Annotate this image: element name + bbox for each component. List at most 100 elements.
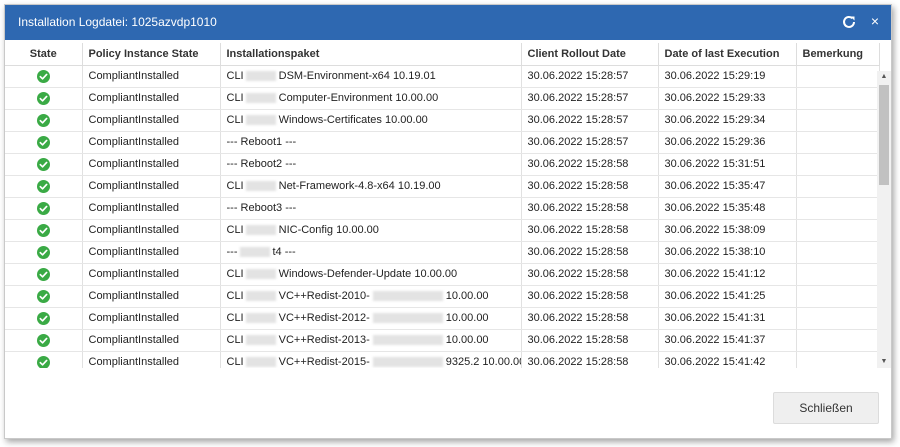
package-name: Net-Framework-4.8-x64 10.19.00 (278, 180, 441, 192)
state-cell (5, 307, 83, 330)
refresh-icon[interactable] (841, 14, 857, 30)
scroll-thumb[interactable] (879, 85, 889, 185)
state-cell (5, 87, 83, 110)
column-header-policy-state[interactable]: Policy Instance State (82, 43, 221, 66)
package-name: --- Reboot3 --- (226, 202, 297, 214)
redacted-text (245, 335, 276, 346)
rollout-date-cell: 30.06.2022 15:28:58 (521, 175, 659, 198)
last-execution-cell: 30.06.2022 15:41:42 (658, 351, 797, 368)
table-header-row: State Policy Instance State Installation… (5, 43, 880, 66)
package-version: 10.00.00 (445, 290, 489, 302)
package-cell: CLI VC++Redist-2015- 9325.2 10.00.00 (220, 351, 522, 368)
policy-state-cell: CompliantInstalled (82, 285, 221, 308)
scroll-up-arrow-icon[interactable]: ▲ (877, 71, 891, 83)
last-execution-cell: 30.06.2022 15:29:19 (658, 65, 797, 88)
table-row[interactable]: CompliantInstalled CLI NIC-Config 10.00.00… (5, 219, 880, 242)
table-row[interactable]: CompliantInstalled --- t4 --- 30.06.2022 15… (5, 241, 880, 264)
check-circle-icon (36, 311, 50, 325)
check-circle-icon (36, 113, 50, 127)
state-cell (5, 219, 83, 242)
redacted-text (245, 313, 276, 324)
column-header-remark[interactable]: Bemerkung (796, 43, 880, 66)
package-cell: CLI Computer-Environment 10.00.00 (220, 87, 522, 110)
rollout-date-cell: 30.06.2022 15:28:57 (521, 109, 659, 132)
vertical-scrollbar[interactable]: ▲ ▼ (877, 71, 891, 368)
redacted-text (372, 313, 443, 324)
remark-cell (796, 131, 880, 154)
redacted-text (245, 357, 276, 368)
column-header-package[interactable]: Installationspaket (220, 43, 522, 66)
last-execution-cell: 30.06.2022 15:35:48 (658, 197, 797, 220)
remark-cell (796, 307, 880, 330)
last-execution-cell: 30.06.2022 15:38:09 (658, 219, 797, 242)
table-row[interactable]: CompliantInstalled CLI DSM-Environment-x64… (5, 65, 880, 88)
remark-cell (796, 241, 880, 264)
table-row[interactable]: CompliantInstalled --- Reboot3 --- 30.06.2… (5, 197, 880, 220)
remark-cell (796, 175, 880, 198)
last-execution-cell: 30.06.2022 15:29:33 (658, 87, 797, 110)
policy-state-cell: CompliantInstalled (82, 263, 221, 286)
check-circle-icon (36, 333, 50, 347)
table-row[interactable]: CompliantInstalled --- Reboot2 --- 30.06.2… (5, 153, 880, 176)
state-cell (5, 65, 83, 88)
state-cell (5, 263, 83, 286)
table-row[interactable]: CompliantInstalled CLI Net-Framework-4.8-x… (5, 175, 880, 198)
table-row[interactable]: CompliantInstalled CLI VC++Redist-2013- 10.… (5, 329, 880, 352)
package-cell: CLI Windows-Certificates 10.00.00 (220, 109, 522, 132)
rollout-date-cell: 30.06.2022 15:28:58 (521, 219, 659, 242)
table-row[interactable]: CompliantInstalled CLI Windows-Certificate… (5, 109, 880, 132)
policy-state-cell: CompliantInstalled (82, 175, 221, 198)
last-execution-cell: 30.06.2022 15:31:51 (658, 153, 797, 176)
state-cell (5, 351, 83, 368)
package-name: NIC-Config 10.00.00 (278, 224, 379, 236)
redacted-text (245, 225, 276, 236)
table-row[interactable]: CompliantInstalled CLI VC++Redist-2015- 932… (5, 351, 880, 368)
scroll-down-arrow-icon[interactable]: ▼ (877, 356, 891, 368)
last-execution-cell: 30.06.2022 15:38:10 (658, 241, 797, 264)
package-version: 9325.2 10.00.00 (445, 356, 521, 368)
policy-state-cell: CompliantInstalled (82, 219, 221, 242)
check-circle-icon (36, 157, 50, 171)
table-row[interactable]: CompliantInstalled CLI Computer-Environmen… (5, 87, 880, 110)
package-prefix: CLI (226, 224, 244, 236)
package-prefix: CLI (226, 70, 244, 82)
column-header-rollout-date[interactable]: Client Rollout Date (521, 43, 659, 66)
redacted-text (372, 335, 443, 346)
rollout-date-cell: 30.06.2022 15:28:57 (521, 65, 659, 88)
state-cell (5, 197, 83, 220)
package-name: DSM-Environment-x64 10.19.01 (278, 70, 436, 82)
package-name: Windows-Certificates 10.00.00 (278, 114, 428, 126)
package-prefix: CLI (226, 334, 244, 346)
table-row[interactable]: CompliantInstalled --- Reboot1 --- 30.06.2… (5, 131, 880, 154)
policy-state-cell: CompliantInstalled (82, 241, 221, 264)
last-execution-cell: 30.06.2022 15:41:12 (658, 263, 797, 286)
package-name: VC++Redist-2015- (278, 356, 370, 368)
rollout-date-cell: 30.06.2022 15:28:58 (521, 263, 659, 286)
table-row[interactable]: CompliantInstalled CLI VC++Redist-2012- 10.… (5, 307, 880, 330)
column-header-last-execution[interactable]: Date of last Execution (658, 43, 797, 66)
package-cell: CLI VC++Redist-2012- 10.00.00 (220, 307, 522, 330)
package-cell: CLI DSM-Environment-x64 10.19.01 (220, 65, 522, 88)
last-execution-cell: 30.06.2022 15:35:47 (658, 175, 797, 198)
package-name: Computer-Environment 10.00.00 (278, 92, 439, 104)
close-button[interactable]: Schließen (773, 392, 879, 424)
check-circle-icon (36, 135, 50, 149)
table-row[interactable]: CompliantInstalled CLI VC++Redist-2010- 10.… (5, 285, 880, 308)
package-prefix: CLI (226, 312, 244, 324)
policy-state-cell: CompliantInstalled (82, 65, 221, 88)
dialog-title: Installation Logdatei: 1025azvdp1010 (18, 15, 217, 29)
dialog-titlebar: Installation Logdatei: 1025azvdp1010 × (5, 5, 891, 40)
check-circle-icon (36, 355, 50, 368)
remark-cell (796, 109, 880, 132)
package-cell: CLI VC++Redist-2010- 10.00.00 (220, 285, 522, 308)
table-row[interactable]: CompliantInstalled CLI Windows-Defender-Up… (5, 263, 880, 286)
remark-cell (796, 87, 880, 110)
log-table-container: State Policy Instance State Installation… (5, 43, 891, 368)
close-icon[interactable]: × (871, 13, 879, 29)
redacted-text (245, 291, 276, 302)
column-header-state[interactable]: State (5, 43, 83, 66)
state-cell (5, 285, 83, 308)
remark-cell (796, 65, 880, 88)
package-prefix: CLI (226, 114, 244, 126)
package-cell: CLI NIC-Config 10.00.00 (220, 219, 522, 242)
